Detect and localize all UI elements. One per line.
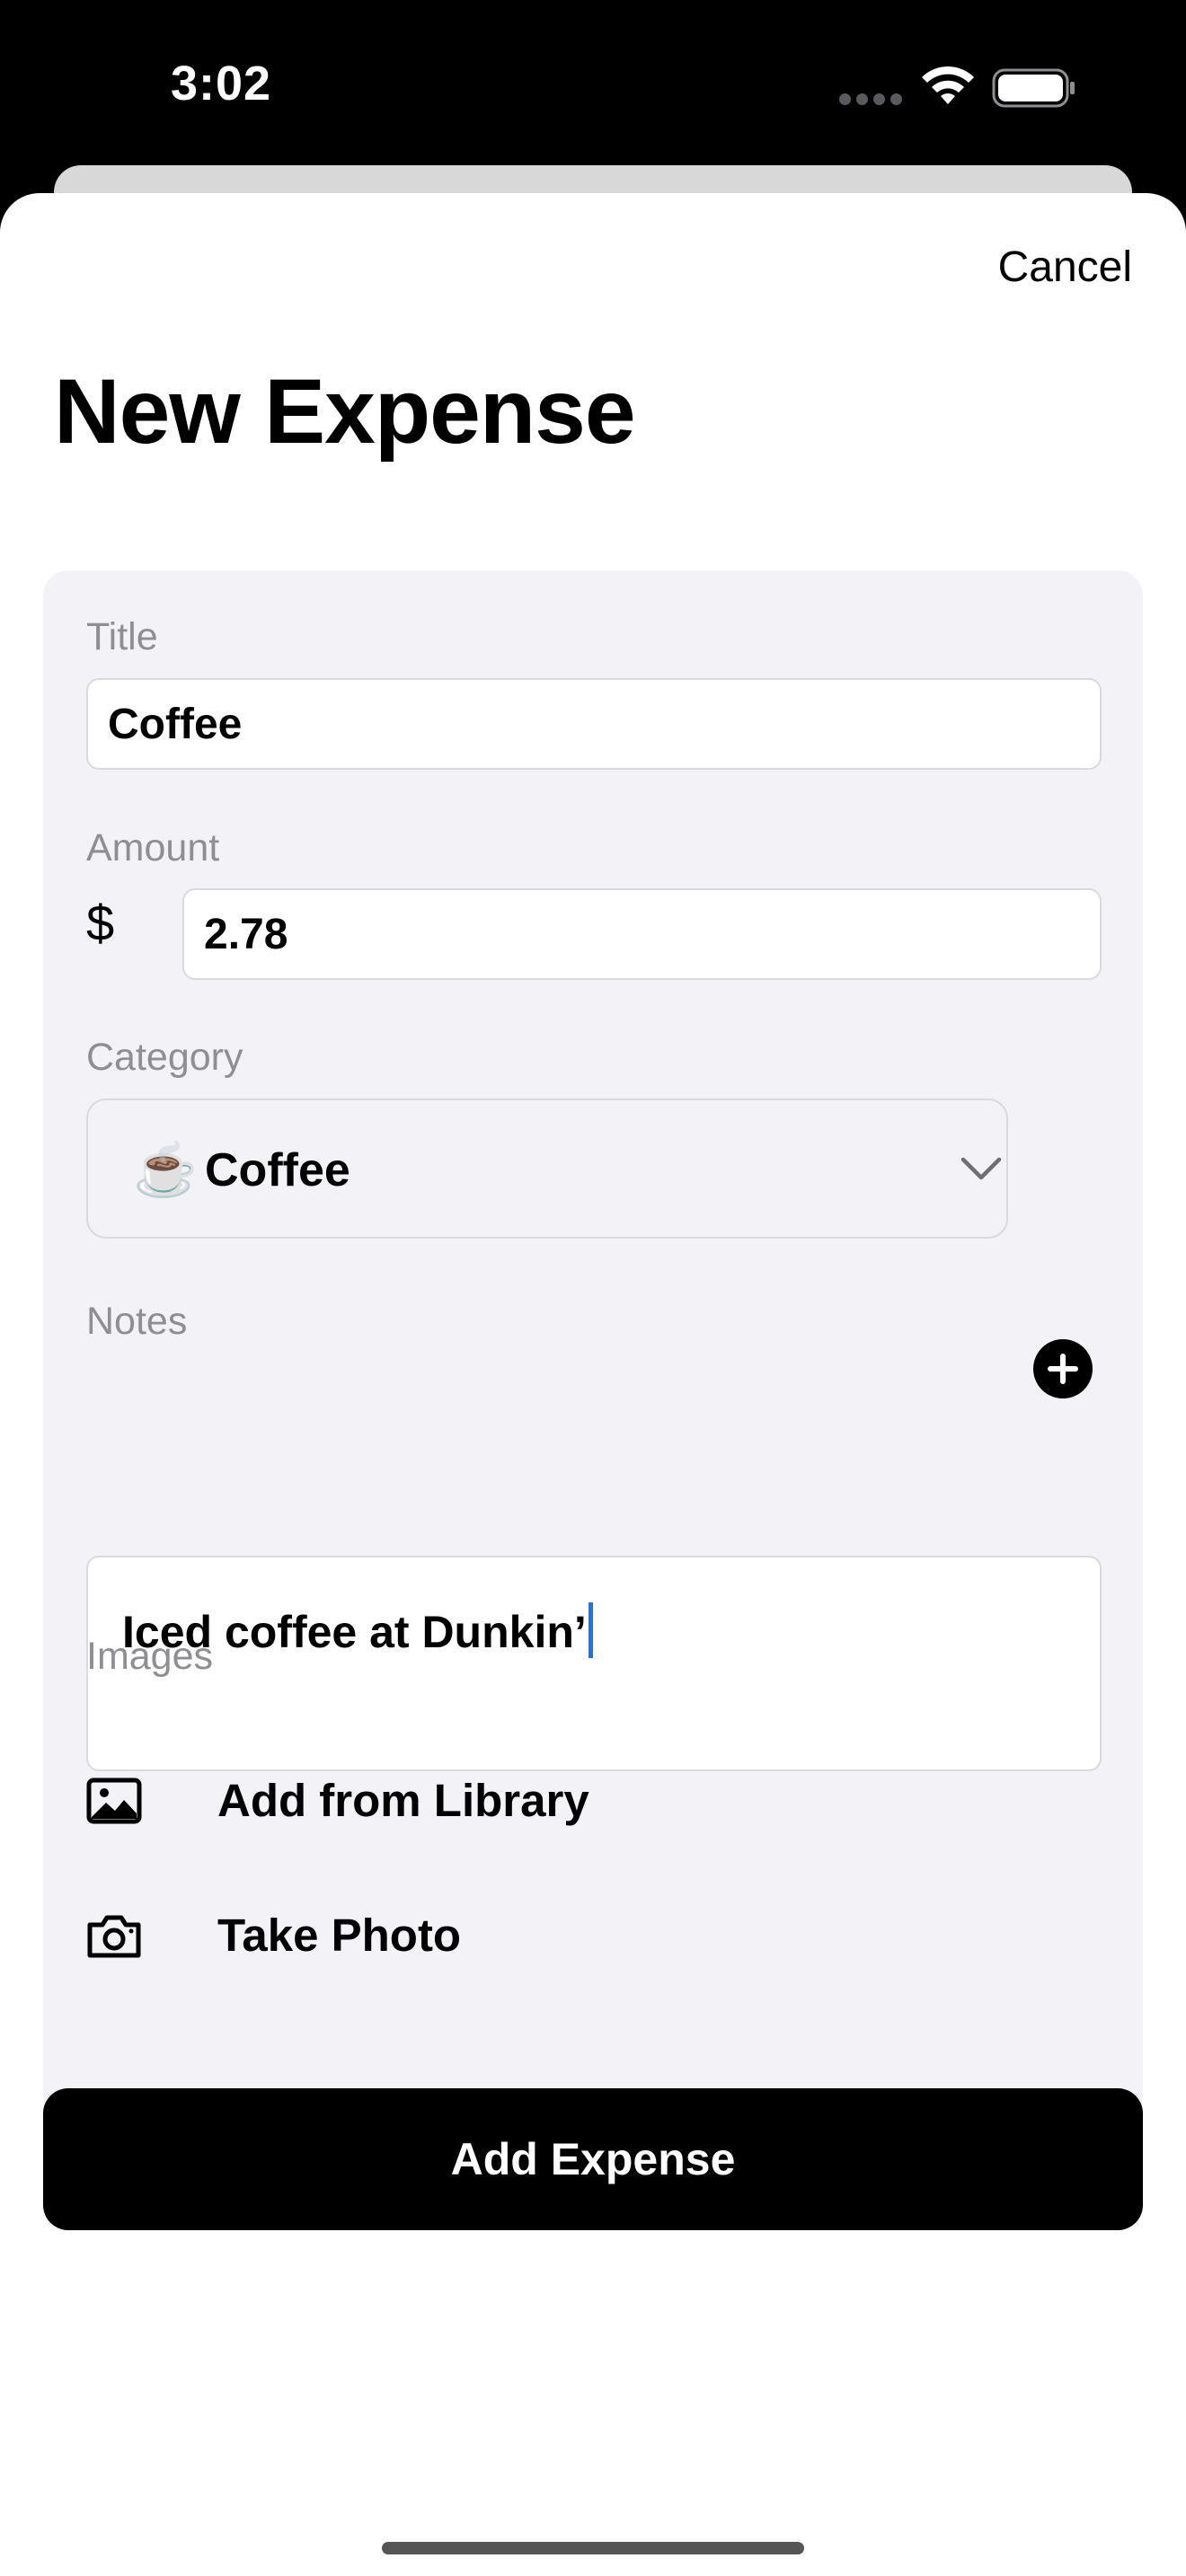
battery-icon — [992, 68, 1075, 108]
expense-form-card: Title Coffee Amount $ 2.78 Category ☕️ C… — [43, 570, 1143, 2214]
category-label: Category — [86, 1036, 243, 1079]
home-indicator[interactable] — [382, 2542, 804, 2554]
notes-label: Notes — [86, 1300, 188, 1343]
notes-input[interactable]: Iced coffee at Dunkin’ — [86, 1556, 1102, 1771]
wifi-icon — [922, 66, 974, 104]
images-label: Images — [86, 1635, 214, 1678]
title-input[interactable]: Coffee — [86, 678, 1102, 770]
status-bar: 3:02 — [0, 0, 1186, 171]
take-photo-label: Take Photo — [217, 1910, 462, 1961]
camera-icon — [87, 1915, 141, 1958]
title-label: Title — [86, 615, 158, 658]
coffee-emoji-icon: ☕️ — [133, 1141, 199, 1199]
photo-library-icon — [86, 1778, 142, 1824]
add-category-button[interactable] — [1033, 1339, 1093, 1398]
amount-label: Amount — [86, 826, 220, 869]
add-from-library-label: Add from Library — [217, 1775, 589, 1826]
take-photo-button[interactable]: Take Photo — [86, 1900, 715, 1972]
amount-input[interactable]: 2.78 — [182, 888, 1102, 980]
add-from-library-button[interactable]: Add from Library — [86, 1765, 715, 1837]
text-caret — [588, 1602, 593, 1658]
page-title: New Expense — [54, 360, 636, 463]
category-value: Coffee — [205, 1144, 350, 1196]
category-picker[interactable]: ☕️ Coffee — [86, 1098, 1008, 1239]
add-expense-button[interactable]: Add Expense — [43, 2088, 1143, 2230]
plus-icon — [1048, 1354, 1078, 1384]
cellular-dots-icon — [839, 93, 902, 106]
cancel-button[interactable]: Cancel — [998, 243, 1132, 292]
new-expense-sheet: Cancel New Expense Title Coffee Amount $… — [0, 193, 1186, 2576]
chevron-down-icon — [960, 1157, 1002, 1180]
status-time: 3:02 — [171, 57, 272, 110]
currency-symbol: $ — [86, 895, 115, 951]
